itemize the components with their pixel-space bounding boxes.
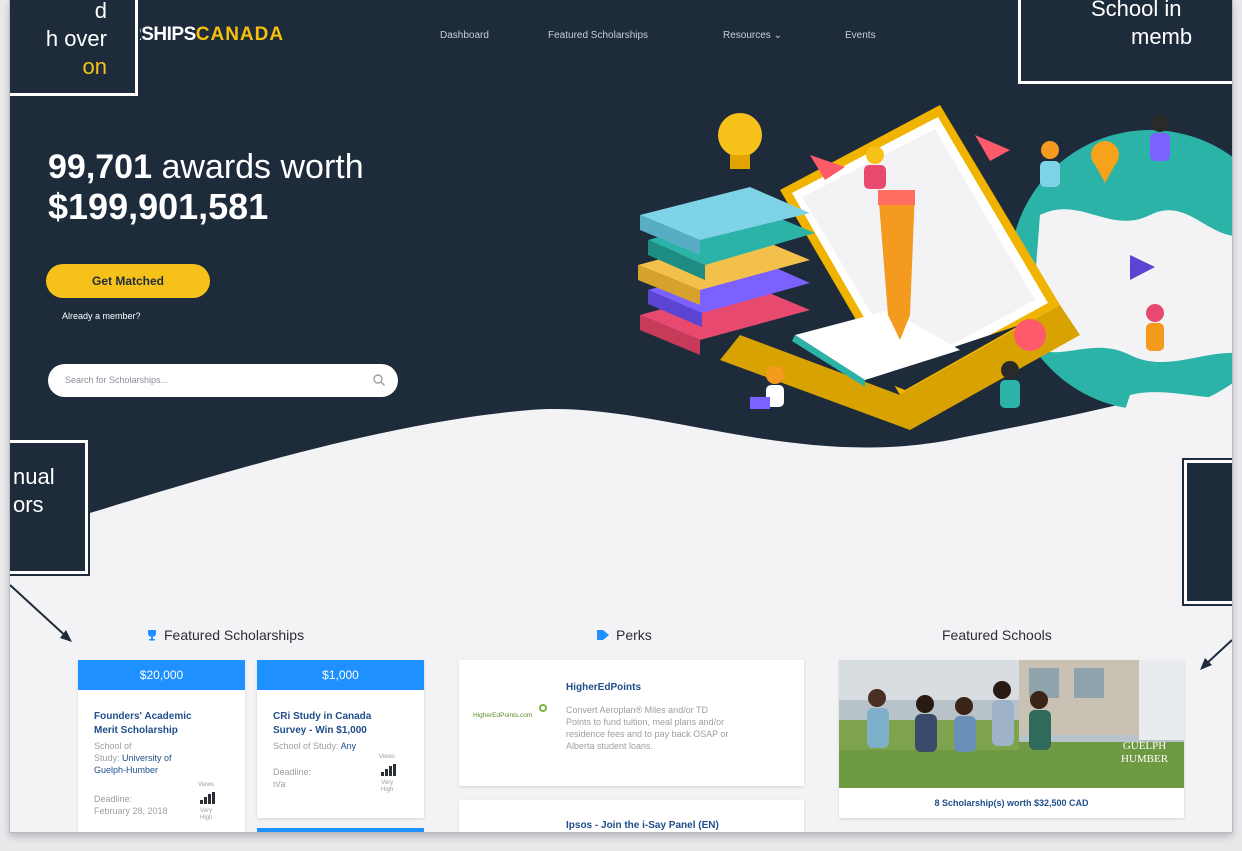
perk-card[interactable]: Ipsos - Join the i-Say Panel (EN)	[459, 800, 804, 832]
callout-top-right: School in memb	[1016, 0, 1232, 86]
logo-mark-icon	[539, 704, 547, 712]
nav-dashboard[interactable]: Dashboard	[440, 30, 489, 41]
views-label: Views	[379, 754, 395, 760]
perks-heading: Perks	[596, 627, 652, 643]
scholarship-school: School of Study: Any	[273, 741, 357, 751]
views-level: Very High	[200, 808, 213, 821]
school-photo	[839, 660, 1184, 788]
views-label: Views	[198, 782, 214, 788]
perk-title[interactable]: HigherEdPoints	[566, 682, 641, 693]
views-bars-icon	[381, 764, 396, 776]
get-matched-button[interactable]: Get Matched	[46, 264, 210, 298]
scholarship-school: School of Study: University of Guelph-Hu…	[94, 741, 172, 775]
nav-events[interactable]: Events	[845, 30, 876, 41]
callout-top-left: d h over on	[10, 0, 140, 98]
scholarship-card[interactable]: $1,000 CRi Study in Canada Survey - Win $…	[257, 660, 424, 818]
scholarship-card[interactable]: $20,000 Founders' Academic Merit Scholars…	[78, 660, 245, 832]
school-logo-guelph-humber: GUELPH HUMBER	[1121, 740, 1169, 765]
hero-award-count: 99,701 awards worth	[48, 148, 364, 186]
site-logo[interactable]: RSHIPSCANADA	[128, 24, 284, 46]
views-bars-icon	[200, 792, 215, 804]
featured-school-card[interactable]: GUELPH HUMBER 8 Scholarship(s) worth $32…	[839, 660, 1184, 818]
scholarship-card-next[interactable]	[257, 828, 424, 832]
scholarship-deadline: Deadline: n/a	[273, 767, 312, 789]
tag-icon	[597, 630, 609, 640]
trophy-icon	[148, 630, 156, 641]
callout-mid-left: nual ors	[10, 438, 90, 576]
scholarship-amount: $1,000	[257, 660, 424, 690]
views-level: Very High	[381, 780, 394, 793]
higheredpoints-logo: HigherEdPoints.com	[473, 712, 533, 719]
scholarship-search-input[interactable]: Search for Scholarships...	[48, 364, 398, 397]
already-member-link[interactable]: Already a member?	[62, 311, 141, 321]
hero-total-amount: $199,901,581	[48, 186, 269, 227]
perk-description: Convert Aeroplan® Miles and/or TD Points…	[566, 705, 729, 751]
search-icon[interactable]	[372, 373, 386, 387]
browser-viewport: RSHIPSCANADA Dashboard Featured Scholars…	[10, 0, 1232, 832]
scholarship-deadline: Deadline: February 28, 2018	[94, 794, 168, 816]
scholarship-title[interactable]: Founders' Academic Merit Scholarship	[94, 710, 192, 738]
search-placeholder: Search for Scholarships...	[65, 375, 169, 385]
nav-resources[interactable]: Resources ⌄	[723, 30, 782, 41]
hero-illustration	[638, 105, 1232, 455]
callout-mid-right	[1182, 458, 1232, 606]
featured-scholarships-heading: Featured Scholarships	[146, 627, 304, 643]
scholarship-title[interactable]: CRi Study in Canada Survey - Win $1,000	[273, 710, 371, 738]
scholarship-amount: $20,000	[78, 660, 245, 690]
perk-card[interactable]: HigherEdPoints.com HigherEdPoints Conver…	[459, 660, 804, 786]
featured-schools-heading: Featured Schools	[942, 627, 1052, 643]
school-scholarship-summary[interactable]: 8 Scholarship(s) worth $32,500 CAD	[839, 788, 1184, 818]
perk-title[interactable]: Ipsos - Join the i-Say Panel (EN)	[566, 820, 719, 831]
nav-featured-scholarships[interactable]: Featured Scholarships	[548, 30, 648, 41]
